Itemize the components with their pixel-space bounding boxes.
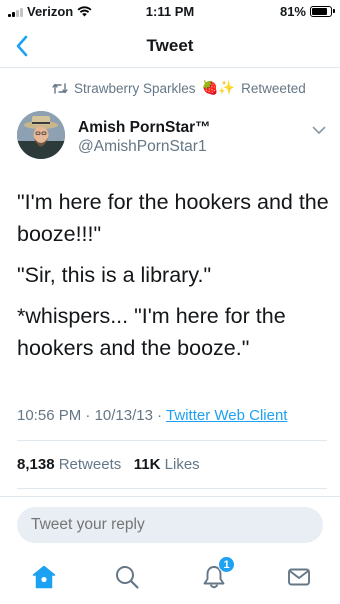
retweets-label: Retweets — [58, 456, 122, 473]
likes-count: 11K — [133, 456, 161, 473]
retweeter-emojis: 🍓✨ — [201, 80, 236, 95]
tab-notifications[interactable]: 1 — [199, 556, 235, 592]
meta-separator: · — [85, 407, 91, 424]
likes-stat[interactable]: 11K Likes — [134, 456, 200, 473]
avatar[interactable] — [17, 111, 65, 159]
retweets-stat[interactable]: 8,138 Retweets — [17, 456, 121, 473]
tab-home[interactable] — [29, 562, 59, 592]
retweeter-name: Strawberry Sparkles — [74, 80, 196, 96]
avatar-image — [17, 111, 65, 159]
search-icon — [116, 566, 139, 589]
tweet-time: 10:56 PM — [17, 407, 82, 424]
page-title: Tweet — [146, 36, 194, 55]
battery-icon — [310, 6, 335, 17]
nav-header: Tweet — [0, 24, 340, 68]
status-bar: Verizon 1:11 PM 81% — [0, 0, 340, 22]
tweet-options-button[interactable] — [312, 122, 326, 140]
tweet-line: "Sir, this is a library." — [17, 263, 212, 287]
divider — [17, 440, 327, 441]
mail-icon — [288, 568, 310, 586]
tweet-source-link[interactable]: Twitter Web Client — [166, 407, 287, 424]
tweet-stats: 8,138 Retweets 11K Likes — [17, 456, 200, 473]
tab-search[interactable] — [112, 562, 142, 592]
reply-divider — [0, 496, 340, 497]
tweet-meta: 10:56 PM · 10/13/13 · Twitter Web Client — [17, 407, 287, 424]
retweet-icon — [52, 82, 68, 94]
status-bar-right: 81% — [279, 4, 335, 19]
tab-bar: 1 — [0, 552, 340, 604]
notification-badge: 1 — [218, 556, 235, 573]
tab-messages[interactable] — [284, 562, 314, 592]
chevron-down-icon — [312, 126, 326, 134]
author-handle[interactable]: @AmishPornStar1 — [78, 138, 207, 156]
tweet-text: "I'm here for the hookers and the booze!… — [17, 186, 329, 373]
meta-separator: · — [157, 407, 163, 424]
reply-input[interactable] — [17, 507, 323, 543]
retweets-count: 8,138 — [17, 456, 55, 473]
retweet-action-label: Retweeted — [241, 80, 306, 96]
tweet-line: *whispers... "I'm here for the hookers a… — [17, 304, 286, 360]
battery-fill — [312, 8, 327, 15]
likes-label: Likes — [164, 456, 200, 473]
tweet-date: 10/13/13 — [94, 407, 153, 424]
retweet-context[interactable]: Strawberry Sparkles 🍓✨ Retweeted — [52, 80, 306, 96]
home-icon — [32, 565, 56, 589]
author-name[interactable]: Amish PornStar™ — [78, 119, 211, 137]
divider — [17, 488, 327, 489]
tweet-line: "I'm here for the hookers and the booze!… — [17, 190, 329, 246]
battery-percent: 81% — [279, 4, 306, 19]
